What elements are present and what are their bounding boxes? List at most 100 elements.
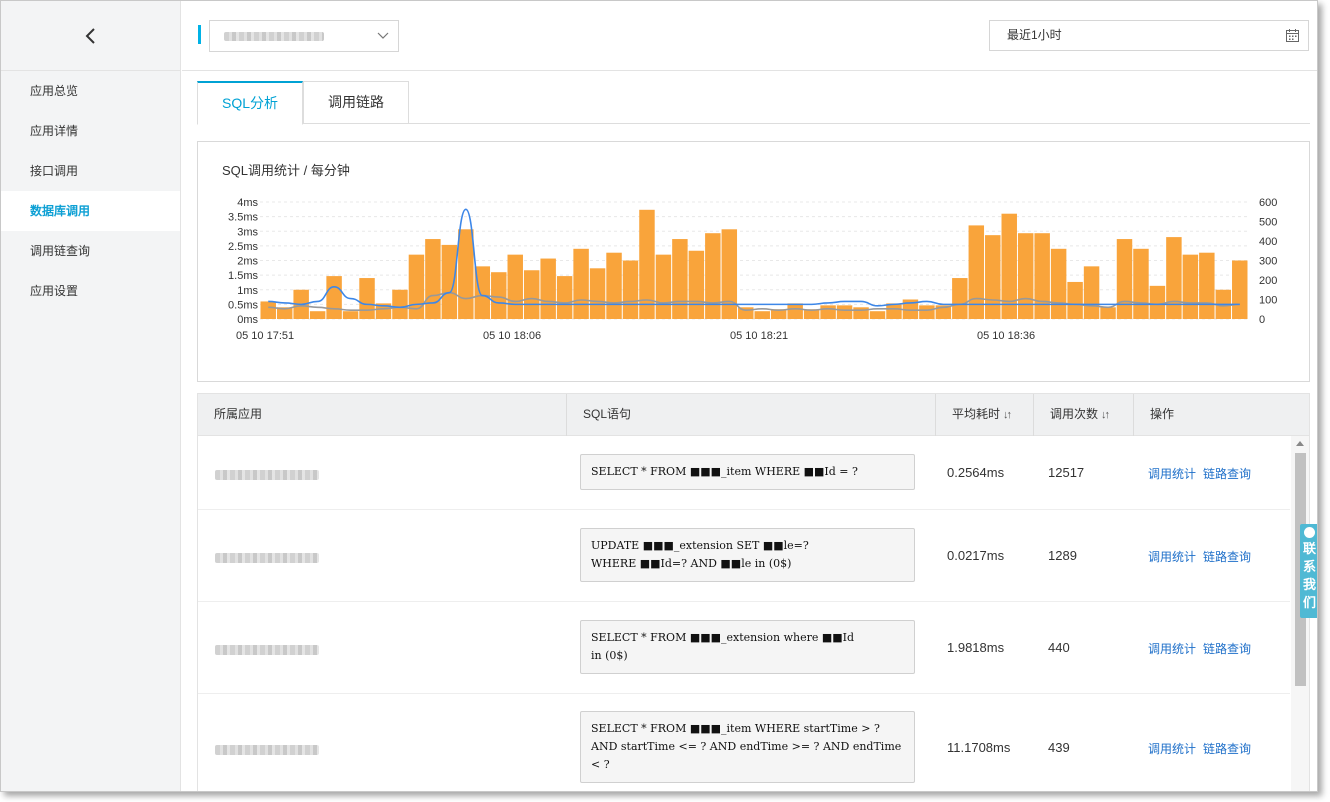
call-stats-link[interactable]: 调用统计 [1148,642,1196,656]
bar [985,235,1001,319]
call-count-cell: 440 [1048,640,1070,655]
bar [309,311,326,319]
bar [1133,248,1149,319]
sql-line: UPDATE ■■■_extension SET ■■le=? [591,539,809,552]
redacted-app-name [215,553,319,563]
contact-us-button[interactable]: 联系我们 [1300,524,1317,618]
bar [919,305,935,319]
y-left-tick-label: 3.5ms [228,212,258,224]
avg-time-cell: 0.0217ms [947,548,1005,563]
x-tick-label: 05 10 18:36 [977,330,1035,342]
app-name-cell [215,643,319,658]
trace-query-link[interactable]: 链路查询 [1203,642,1251,656]
table-row: SELECT * FROM ■■■_extension where ■■Id in… [198,602,1290,694]
sql-line: AND startTime <= ? AND endTime >= ? AND … [591,740,902,753]
bar [491,272,507,319]
col-header-count[interactable]: 调用次数 ↓↑ [1033,394,1133,436]
sidebar-item-settings[interactable]: 应用设置 [1,271,180,311]
bar [1149,285,1166,319]
col-header-app: 所属应用 [214,407,263,421]
y-left-tick-label: 0ms [237,314,258,326]
bar [639,209,655,319]
table-header: 所属应用 SQL语句 平均耗时 ↓↑ 调用次数 ↓↑ 操作 [198,394,1309,436]
sql-statement: SELECT * FROM ■■■_item WHERE startTime >… [580,711,915,783]
bar [869,311,886,319]
app-selector-dropdown[interactable] [209,20,399,52]
y-right-tick-label: 200 [1259,275,1277,287]
call-stats-link[interactable]: 调用统计 [1148,467,1196,481]
sidebar-item-trace-query[interactable]: 调用链查询 [1,231,180,271]
call-count-cell: 439 [1048,740,1070,755]
sidebar-item-db-calls[interactable]: 数据库调用 [1,191,180,231]
col-header-avg-time[interactable]: 平均耗时 ↓↑ [935,394,1033,436]
redacted-app-name [215,745,319,755]
trace-query-link[interactable]: 链路查询 [1203,467,1251,481]
sidebar-item-api-calls[interactable]: 接口调用 [1,151,180,191]
sql-chart-card: SQL调用统计 / 每分钟 0ms 0.5ms 1ms 1.5ms 2ms 2.5ms 3m… [197,141,1310,382]
bar [672,239,688,319]
bar [622,260,639,319]
back-button[interactable] [1,1,180,71]
time-range-picker[interactable]: 最近1小时 [989,20,1309,51]
tab-call-chain[interactable]: 调用链路 [303,81,409,124]
sidebar-nav: 应用总览 应用详情 接口调用 数据库调用 调用链查询 应用设置 [1,71,180,311]
tab-sql-analysis[interactable]: SQL分析 [197,81,303,125]
bar [1017,233,1034,319]
sort-icon[interactable]: ↓↑ [1003,409,1012,421]
y-right-tick-label: 100 [1259,295,1277,307]
row-actions: 调用统计 链路查询 [1148,465,1258,482]
app-name-cell [215,468,319,483]
bar [425,239,441,319]
bar [260,301,276,319]
bar [721,229,738,319]
sql-table: 所属应用 SQL语句 平均耗时 ↓↑ 调用次数 ↓↑ 操作 SELECT * FRO… [197,393,1310,791]
call-count-cell: 12517 [1048,465,1085,480]
table-row: SELECT * FROM ■■■_item WHERE ■■Id = ? 0.2… [198,436,1290,510]
bar [952,278,968,319]
bar [1232,260,1248,319]
col-header-ops: 操作 [1133,394,1309,436]
bar [523,270,540,319]
sql-line: in (0$) [591,649,628,662]
bar [556,276,573,319]
row-actions: 调用统计 链路查询 [1148,548,1258,565]
sql-statement: UPDATE ■■■_extension SET ■■le=? WHERE ■■I… [580,528,915,582]
bar [688,250,705,319]
sidebar-item-overview[interactable]: 应用总览 [1,71,180,111]
tab-bar: SQL分析 调用链路 [197,71,1310,125]
sql-line: WHERE ■■Id=? AND ■■le in (0$) [591,557,792,570]
scroll-up-arrow-icon[interactable] [1296,441,1304,446]
app-name-cell [215,551,319,566]
trace-query-link[interactable]: 链路查询 [1203,742,1251,756]
redacted-app-name [215,645,319,655]
avg-time-cell: 11.1708ms [947,740,1011,755]
trace-query-link[interactable]: 链路查询 [1203,550,1251,564]
bar [853,307,869,319]
bar [441,244,458,319]
call-stats-link[interactable]: 调用统计 [1148,742,1196,756]
sql-chart: 0ms 0.5ms 1ms 1.5ms 2ms 2.5ms 3ms 3.5ms 4ms 0 100 2… [228,197,1277,342]
calendar-icon [1286,29,1299,42]
y-left-tick-label: 1ms [237,285,258,297]
bar [606,252,622,319]
bar [1166,237,1182,319]
main-content: SQL分析 调用链路 SQL调用统计 / 每分钟 0ms 0.5ms 1ms 1.5m… [197,71,1310,791]
bar [1067,281,1083,319]
sort-icon[interactable]: ↓↑ [1101,409,1110,421]
time-range-value: 最近1小时 [1007,28,1062,42]
x-tick-label: 05 10 17:51 [236,330,294,342]
bar [392,289,408,319]
sql-line: SELECT * FROM ■■■_extension where ■■Id [591,631,855,644]
chat-icon [1304,527,1315,538]
sql-line: SELECT * FROM ■■■_item WHERE startTime >… [591,722,880,735]
row-actions: 调用统计 链路查询 [1148,740,1258,757]
sql-line: SELECT * FROM ■■■_item WHERE ■■Id = ? [591,465,858,478]
sidebar-item-details[interactable]: 应用详情 [1,111,180,151]
y-left-tick-label: 2ms [237,256,258,268]
call-stats-link[interactable]: 调用统计 [1148,550,1196,564]
bar [787,303,803,319]
bar [655,254,672,319]
bar [1199,252,1215,319]
y-left-tick-label: 2.5ms [228,241,258,253]
bar [1100,307,1116,319]
